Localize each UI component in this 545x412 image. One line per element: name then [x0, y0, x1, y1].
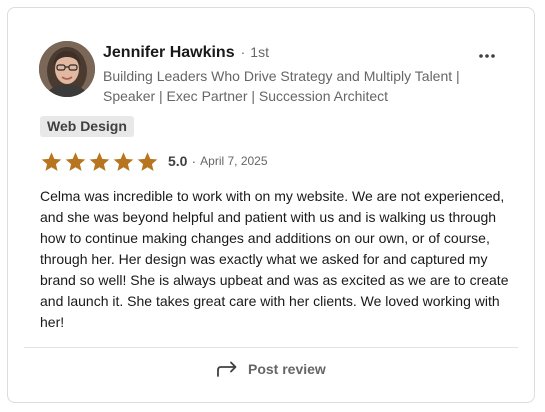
more-options-button[interactable] [474, 45, 500, 67]
avatar[interactable] [39, 41, 95, 97]
star-icon [113, 151, 134, 171]
review-card: Jennifer Hawkins · 1st Building Leaders … [7, 7, 535, 403]
reviewer-name-row: Jennifer Hawkins · 1st [103, 44, 269, 64]
star-rating [40, 150, 160, 173]
connection-degree: 1st [250, 44, 269, 60]
divider [24, 347, 518, 348]
rating-score: 5.0 [168, 153, 188, 169]
rating-separator: · [191, 153, 197, 169]
review-date: April 7, 2025 [200, 154, 268, 168]
more-horizontal-icon [479, 54, 495, 58]
star-icon [137, 151, 158, 171]
post-review-label: Post review [248, 361, 326, 377]
star-icon [65, 151, 86, 171]
star-icon [89, 151, 110, 171]
rating-row: 5.0 · April 7, 2025 [40, 149, 268, 173]
service-tag: Web Design [40, 116, 134, 137]
reviewer-name[interactable]: Jennifer Hawkins [103, 44, 235, 62]
profile-photo-icon [39, 41, 95, 97]
post-review-button[interactable]: Post review [210, 355, 332, 383]
review-text: Celma was incredible to work with on my … [40, 188, 509, 330]
reviewer-headline: Building Leaders Who Drive Strategy and … [103, 68, 460, 104]
share-arrow-icon [216, 361, 238, 377]
star-icon [41, 151, 62, 171]
name-separator: · [240, 44, 246, 60]
